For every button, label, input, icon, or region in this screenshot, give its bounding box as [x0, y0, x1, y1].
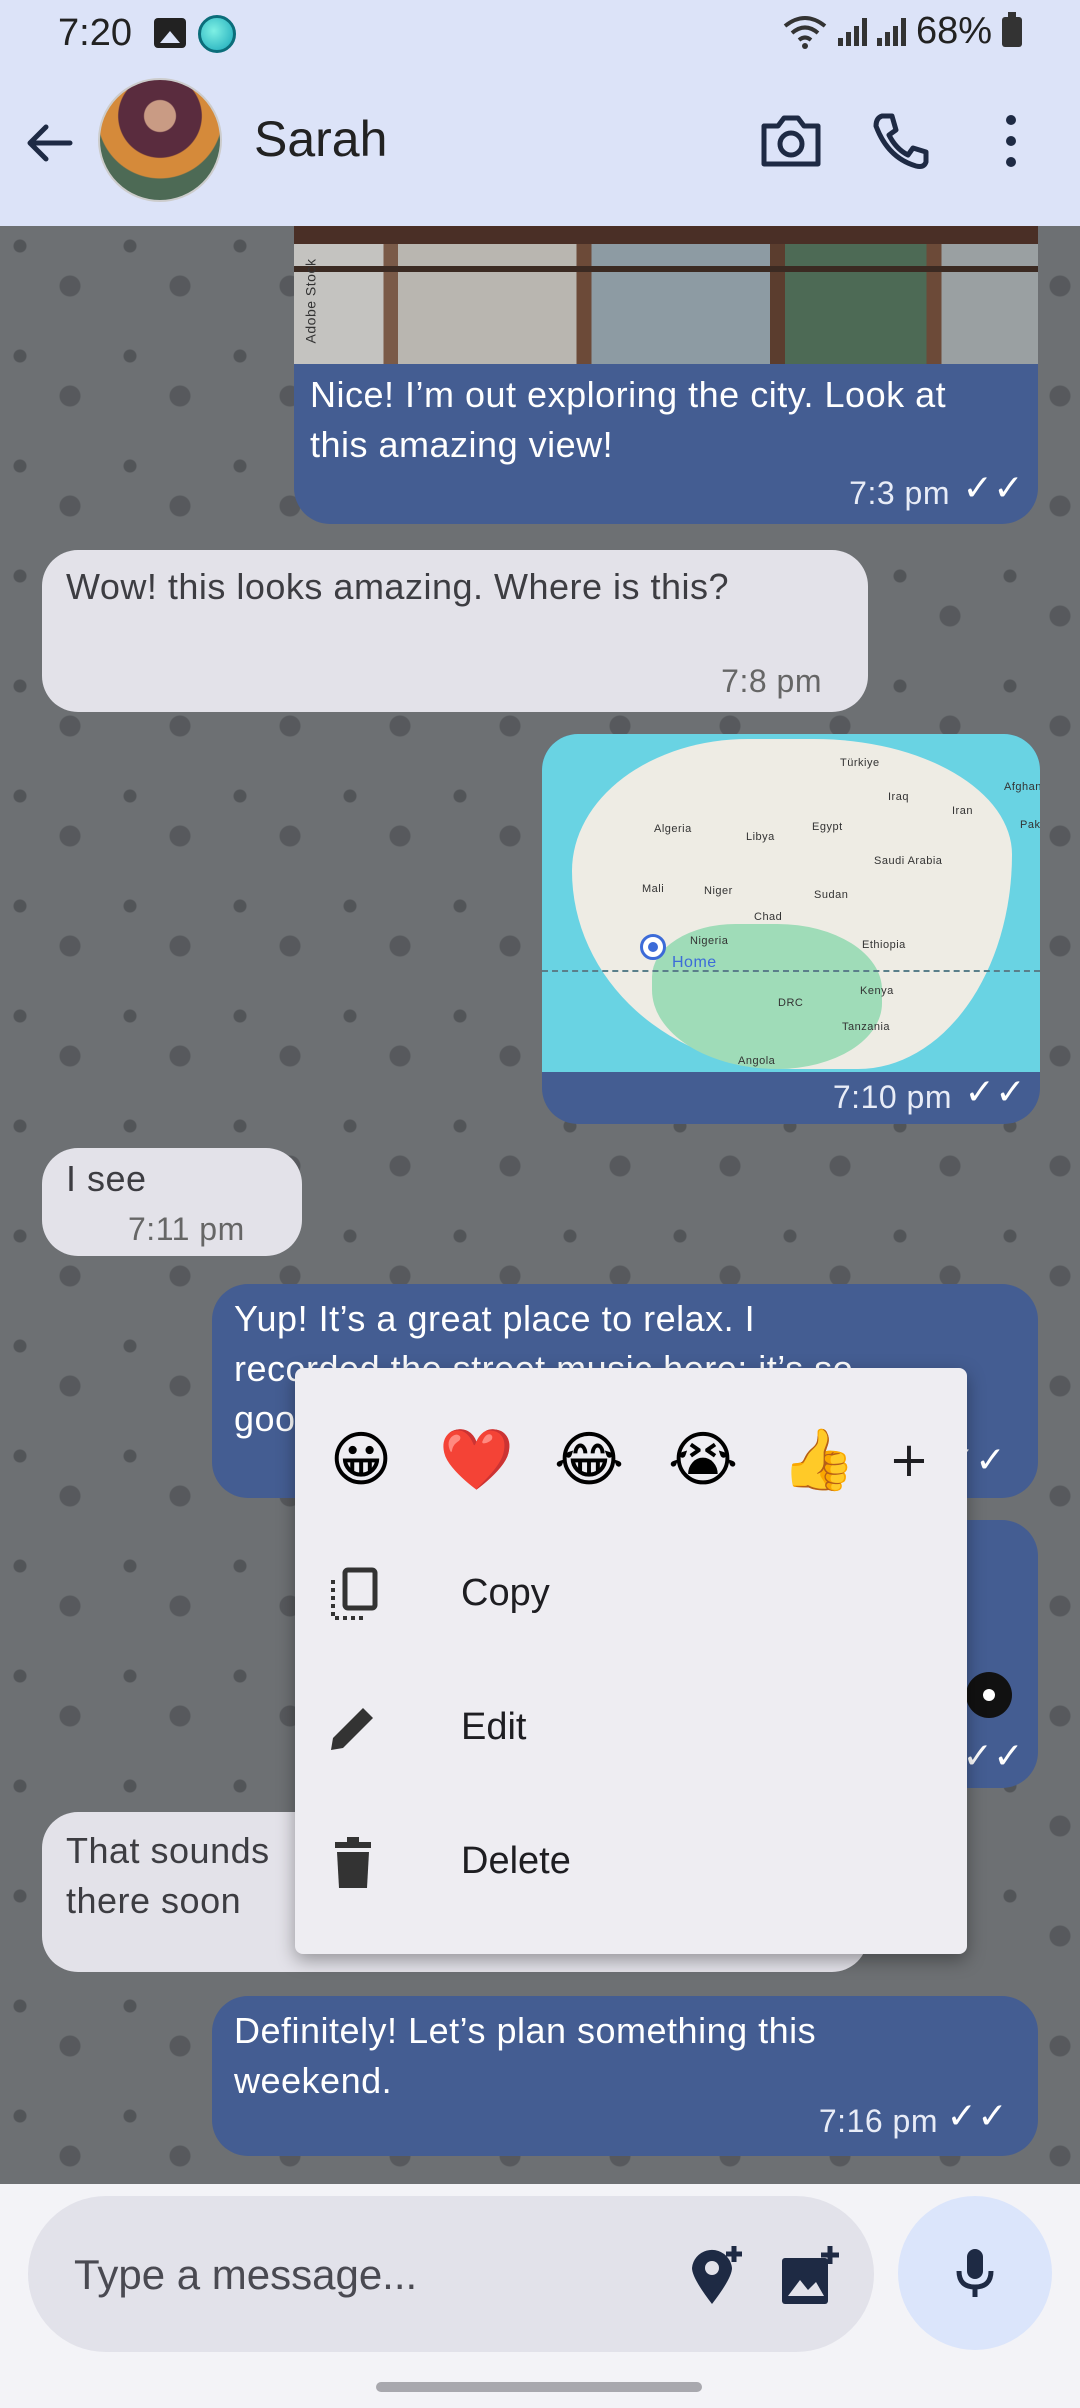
map-label: Egypt: [812, 821, 843, 833]
message-text: I see: [66, 1158, 147, 1199]
message-text-line: goo: [234, 1398, 296, 1439]
message-context-menu: 😀 ❤️ 😂 😭 👍 + Copy Edit Delete: [295, 1368, 967, 1954]
map-label: DRC: [778, 997, 804, 1009]
read-receipt-icon: ✓✓: [964, 1072, 1026, 1113]
menu-item-label: Copy: [461, 1572, 550, 1614]
map-label: Pak: [1020, 819, 1040, 831]
message-incoming[interactable]: Wow! this looks amazing. Where is this? …: [42, 550, 868, 712]
copy-icon: [331, 1567, 378, 1620]
phone-icon[interactable]: [868, 108, 934, 174]
more-reactions-button[interactable]: +: [873, 1424, 945, 1496]
message-outgoing[interactable]: Definitely! Let’s plan something this we…: [212, 1996, 1038, 2156]
reaction-crying[interactable]: 😭: [667, 1424, 739, 1496]
reaction-grinning[interactable]: 😀: [325, 1424, 397, 1496]
reaction-thumbs-up[interactable]: 👍: [781, 1424, 856, 1496]
menu-item-edit[interactable]: Edit: [325, 1672, 945, 1782]
reaction-laughing[interactable]: 😂: [553, 1424, 625, 1496]
map-label: Iran: [952, 805, 973, 817]
menu-item-delete[interactable]: Delete: [325, 1806, 945, 1916]
message-time: 7:10 pm: [832, 1079, 952, 1115]
map-label: Algeria: [654, 823, 692, 835]
message-text-line: That sounds: [66, 1830, 270, 1871]
photo-watermark: Adobe Stock: [302, 258, 319, 344]
gesture-navigation-bar[interactable]: [376, 2382, 702, 2392]
status-right: 68%: [782, 10, 1022, 53]
read-receipt-icon: ✓✓: [946, 2096, 1008, 2137]
message-text: Definitely! Let’s plan something this we…: [234, 2010, 817, 2101]
delete-icon: [335, 1837, 371, 1888]
map-label: Niger: [704, 885, 733, 897]
message-time: 7:8 pm: [721, 663, 822, 699]
app-notification-icon: [198, 15, 236, 53]
map-label: Ethiopia: [862, 939, 906, 951]
contact-avatar[interactable]: [98, 78, 222, 202]
read-receipt-icon: ✓✓: [962, 468, 1024, 509]
menu-item-label: Delete: [461, 1840, 571, 1882]
gallery-notification-icon: [154, 18, 186, 48]
add-photo-icon[interactable]: [778, 2244, 842, 2308]
battery-percent: 68%: [915, 10, 992, 52]
message-text-line: Yup! It’s a great place to relax. I: [234, 1298, 756, 1339]
menu-item-copy[interactable]: Copy: [325, 1538, 945, 1648]
message-text-line: there soon: [66, 1880, 242, 1921]
back-arrow-icon[interactable]: [22, 115, 78, 171]
edit-icon: [331, 1708, 373, 1750]
map-label: Mali: [642, 883, 665, 895]
location-pin-icon: [640, 934, 666, 960]
map-label: Saudi Arabia: [874, 855, 943, 867]
message-input[interactable]: [74, 2240, 674, 2310]
contact-name[interactable]: Sarah: [254, 110, 387, 168]
map-label: Tanzania: [842, 1021, 891, 1033]
audio-play-dot[interactable]: [966, 1672, 1012, 1718]
map-label: Chad: [754, 911, 783, 923]
reaction-heart[interactable]: ❤️: [439, 1424, 514, 1496]
message-time: 7:16 pm: [818, 2103, 938, 2139]
wifi-icon: [783, 15, 827, 49]
signal-icon-1: [837, 17, 867, 46]
message-outgoing-photo[interactable]: Adobe Stock Nice! I’m out exploring the …: [294, 226, 1038, 524]
message-text: Nice! I’m out exploring the city. Look a…: [310, 374, 947, 465]
status-time: 7:20: [58, 12, 132, 54]
battery-icon: [1002, 11, 1022, 47]
reaction-bar: 😀 ❤️ 😂 😭 👍 +: [325, 1424, 945, 1504]
message-composer: [28, 2196, 874, 2352]
map-label: Iraq: [888, 791, 909, 803]
more-options-icon[interactable]: [978, 108, 1044, 174]
map-label: Sudan: [814, 889, 849, 901]
map-equator: [542, 970, 1040, 972]
message-time: 7:3 pm: [849, 475, 950, 511]
voice-record-button[interactable]: [898, 2196, 1052, 2350]
signal-icon-2: [876, 17, 906, 46]
message-photo[interactable]: [294, 226, 1038, 364]
camera-icon[interactable]: [758, 108, 824, 174]
map-label: Türkiye: [840, 757, 880, 769]
location-map[interactable]: Türkiye Iraq Iran Afghan Pak Algeria Lib…: [542, 734, 1040, 1072]
message-outgoing-location[interactable]: Türkiye Iraq Iran Afghan Pak Algeria Lib…: [542, 734, 1040, 1124]
chat-header: Sarah: [0, 70, 1080, 226]
add-location-icon[interactable]: [684, 2244, 748, 2308]
map-label: Libya: [746, 831, 775, 843]
read-receipt-icon: ✓✓: [962, 1736, 1024, 1777]
status-bar: 7:20 68%: [0, 0, 1080, 70]
microphone-icon: [956, 2249, 994, 2297]
pin-label: Home: [672, 954, 717, 971]
message-time: 7:11 pm: [128, 1211, 245, 1247]
map-label: Angola: [738, 1055, 776, 1067]
message-text: Wow! this looks amazing. Where is this?: [66, 566, 730, 607]
menu-item-label: Edit: [461, 1706, 527, 1748]
message-incoming[interactable]: I see 7:11 pm: [42, 1148, 302, 1256]
